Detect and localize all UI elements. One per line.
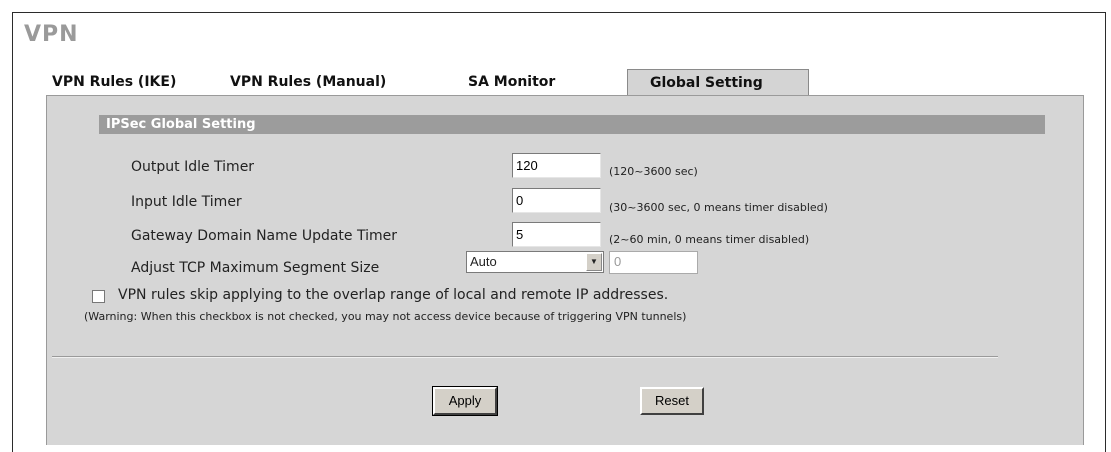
tab-vpn-rules-manual[interactable]: VPN Rules (Manual): [222, 69, 432, 96]
tcp-mss-value-input: 0: [609, 251, 698, 274]
tcp-mss-selected-value: Auto: [470, 254, 497, 269]
overlap-warning-text: (Warning: When this checkbox is not chec…: [84, 310, 687, 323]
tab-sa-monitor[interactable]: SA Monitor: [454, 69, 626, 96]
gateway-dns-timer-input[interactable]: [512, 222, 601, 247]
gateway-dns-timer-hint: (2~60 min, 0 means timer disabled): [609, 233, 810, 246]
tab-global-setting[interactable]: Global Setting: [627, 69, 809, 97]
tab-vpn-rules-ike[interactable]: VPN Rules (IKE): [44, 69, 219, 96]
input-idle-timer-hint: (30~3600 sec, 0 means timer disabled): [609, 201, 828, 214]
output-idle-timer-label: Output Idle Timer: [131, 159, 255, 175]
reset-button[interactable]: Reset: [640, 387, 704, 415]
tcp-mss-select[interactable]: Auto ▼: [466, 251, 604, 273]
tcp-mss-label: Adjust TCP Maximum Segment Size: [131, 260, 380, 276]
overlap-checkbox-label: VPN rules skip applying to the overlap r…: [118, 287, 669, 303]
apply-button[interactable]: Apply: [432, 386, 498, 416]
overlap-checkbox[interactable]: [92, 290, 105, 303]
gateway-dns-timer-label: Gateway Domain Name Update Timer: [131, 228, 397, 244]
output-idle-timer-hint: (120~3600 sec): [609, 165, 698, 178]
chevron-down-icon[interactable]: ▼: [586, 253, 602, 271]
input-idle-timer-input[interactable]: [512, 188, 601, 213]
page-title: VPN: [24, 22, 79, 47]
section-header: IPSec Global Setting: [99, 115, 1045, 134]
divider: [52, 356, 998, 358]
output-idle-timer-input[interactable]: [512, 153, 601, 178]
input-idle-timer-label: Input Idle Timer: [131, 194, 242, 210]
